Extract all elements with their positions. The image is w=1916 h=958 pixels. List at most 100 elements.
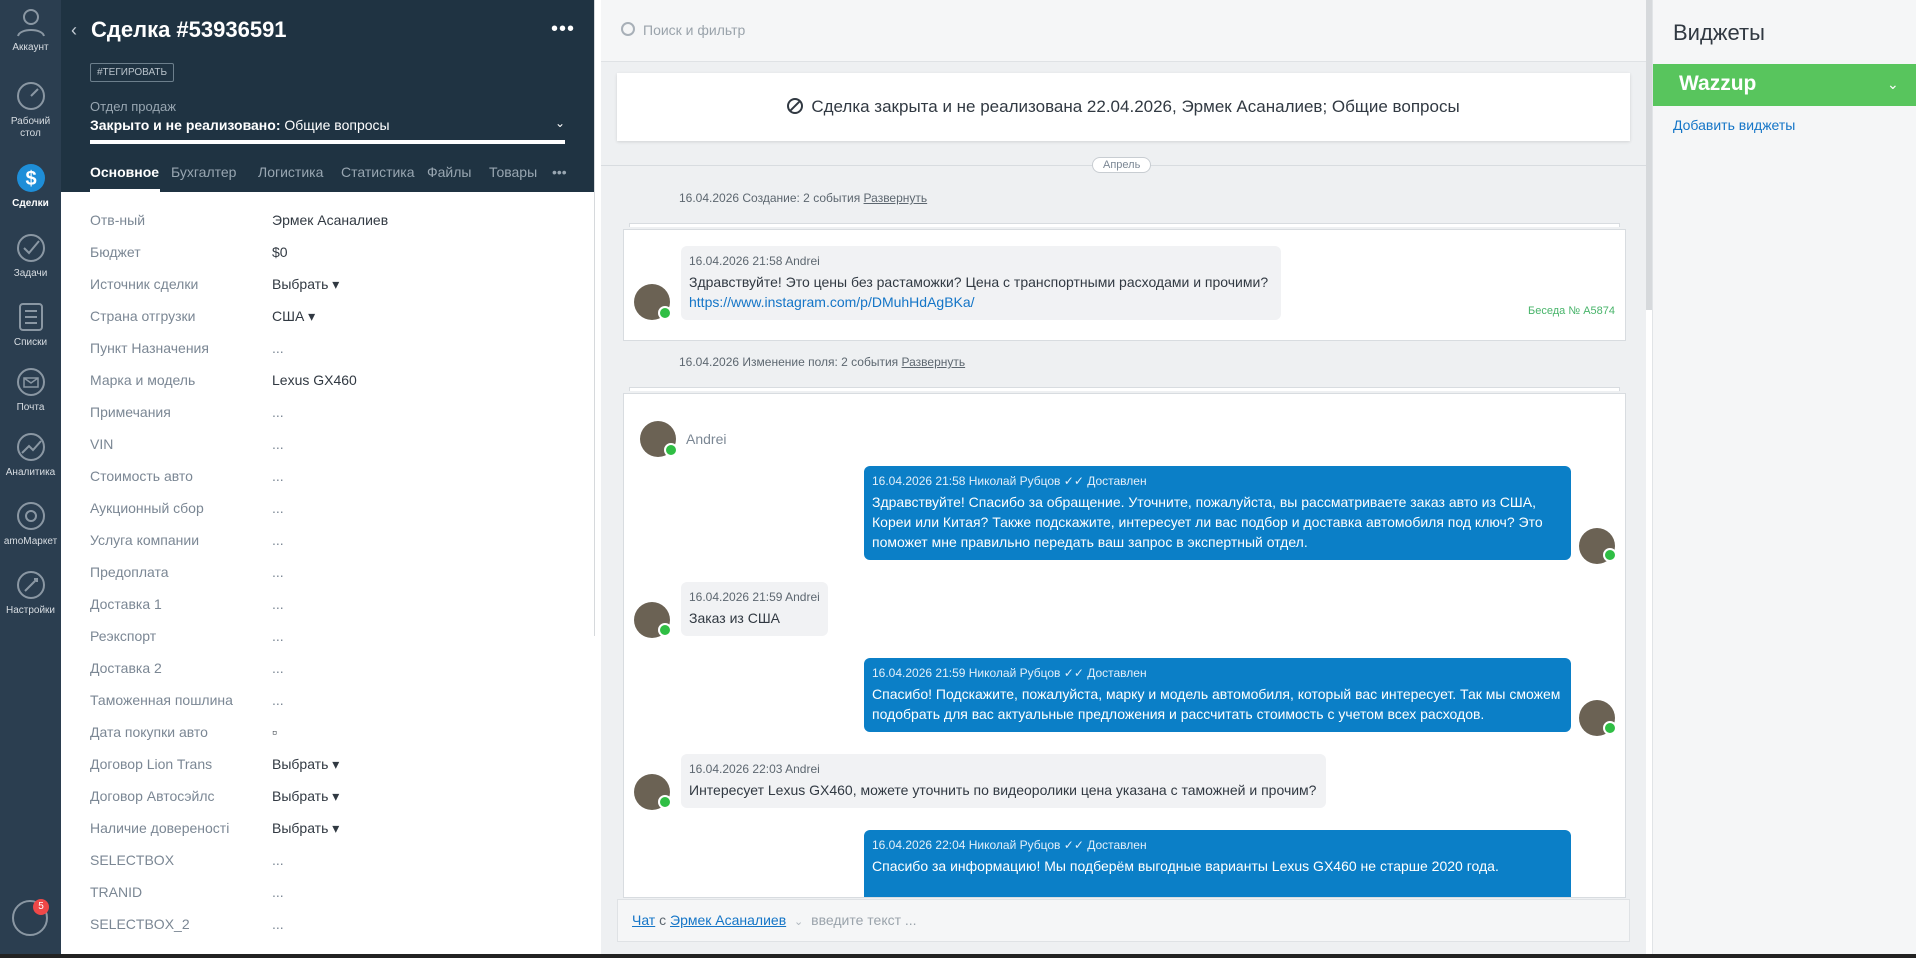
field-label: Реэкспорт bbox=[90, 628, 157, 644]
expand-link[interactable]: Развернуть bbox=[902, 355, 966, 369]
status-chevron-down-icon[interactable]: ⌄ bbox=[555, 116, 565, 130]
whatsapp-icon bbox=[1603, 721, 1617, 735]
feed-search[interactable]: Поиск и фильтр bbox=[601, 0, 1646, 62]
wazzup-widget[interactable]: Wazzup ⌄ bbox=[1653, 64, 1916, 106]
message-bubble-in: 16.04.2026 22:03 Andrei Интересует Lexus… bbox=[681, 754, 1326, 808]
field-value[interactable]: ... bbox=[272, 500, 284, 516]
feed-panel: Поиск и фильтр Сделка закрыта и не реали… bbox=[601, 0, 1652, 958]
field-value[interactable]: США ▾ bbox=[272, 308, 315, 325]
field-value[interactable]: ... bbox=[272, 692, 284, 708]
message-meta: 16.04.2026 21:59 Николай Рубцов ✓✓ Доста… bbox=[872, 666, 1147, 680]
nav-label: Аккаунт bbox=[12, 42, 49, 53]
message-text: Здравствуйте! Спасибо за обращение. Уточ… bbox=[872, 494, 1543, 550]
status-rest: Общие вопросы bbox=[280, 117, 390, 133]
whatsapp-icon bbox=[658, 306, 672, 320]
nav-mail[interactable]: Почта bbox=[0, 366, 61, 414]
field-label: Стоимость авто bbox=[90, 468, 193, 484]
deal-more-button[interactable]: ••• bbox=[551, 18, 575, 41]
field-row: Дата покупки авто ▫ bbox=[90, 720, 580, 752]
nav-tasks[interactable]: Задачи bbox=[0, 232, 61, 280]
nav-account[interactable]: Аккаунт bbox=[0, 6, 61, 54]
tab-main[interactable]: Основное bbox=[90, 164, 159, 180]
chevron-down-icon[interactable]: ⌄ bbox=[1887, 76, 1899, 93]
talk-stack bbox=[629, 387, 1620, 391]
field-label: VIN bbox=[90, 436, 114, 452]
field-label: Услуга компании bbox=[90, 532, 200, 548]
chat-input-bar: Чат с Эрмек Асаналиев ⌄ введите текст ..… bbox=[617, 899, 1630, 942]
field-value[interactable]: Выбрать ▾ bbox=[272, 788, 339, 805]
field-row: Примечания... bbox=[90, 400, 580, 432]
message-meta: 16.04.2026 22:04 Николай Рубцов ✓✓ Доста… bbox=[872, 838, 1147, 852]
nav-dashboard[interactable]: Рабочий стол bbox=[0, 80, 61, 140]
deals-icon: $ bbox=[16, 164, 45, 192]
back-chevron-icon[interactable]: ‹ bbox=[71, 20, 77, 41]
add-widgets-link[interactable]: Добавить виджеты bbox=[1673, 117, 1795, 133]
nav-deals[interactable]: $ Сделки bbox=[0, 162, 61, 210]
field-value[interactable]: Выбрать ▾ bbox=[272, 820, 339, 837]
field-value[interactable]: Lexus GX460 bbox=[272, 372, 357, 388]
status-progress-bar bbox=[90, 140, 565, 144]
field-row: Наличие довереності Выбрать ▾ bbox=[90, 816, 580, 848]
chat-input[interactable]: введите текст ... bbox=[811, 912, 916, 928]
field-row: Марка и модель Lexus GX460 bbox=[90, 368, 580, 400]
message-bubble-out: 16.04.2026 21:59 Николай Рубцов ✓✓ Доста… bbox=[864, 658, 1571, 732]
field-value[interactable]: ... bbox=[272, 596, 284, 612]
field-value[interactable]: ... bbox=[272, 916, 284, 932]
tab-statistics[interactable]: Статистика bbox=[341, 164, 415, 180]
deal-title[interactable]: Сделка #53936591 bbox=[91, 17, 287, 43]
tab-files[interactable]: Файлы bbox=[427, 164, 471, 180]
field-value[interactable]: ... bbox=[272, 404, 284, 420]
field-label: Доставка 2 bbox=[90, 660, 162, 676]
nav-lists[interactable]: Списки bbox=[0, 301, 61, 349]
field-value[interactable]: ... bbox=[272, 852, 284, 868]
wazzup-name: Wazzup bbox=[1679, 72, 1757, 95]
field-value[interactable]: ▫ bbox=[272, 724, 277, 740]
nav-settings[interactable]: Настройки bbox=[0, 569, 61, 617]
field-value[interactable]: ... bbox=[272, 884, 284, 900]
chat-link[interactable]: Чат bbox=[632, 912, 655, 928]
field-value[interactable]: ... bbox=[272, 628, 284, 644]
whatsapp-icon bbox=[1603, 548, 1617, 562]
message-bubble-in: 16.04.2026 21:59 Andrei Заказ из США bbox=[681, 582, 828, 636]
field-value[interactable]: ... bbox=[272, 564, 284, 580]
field-row: Договор Lion Trans Выбрать ▾ bbox=[90, 752, 580, 784]
tasks-icon bbox=[16, 234, 45, 262]
tab-products[interactable]: Товары bbox=[489, 164, 537, 180]
closed-banner-text: Сделка закрыта и не реализована 22.04.20… bbox=[811, 97, 1460, 116]
search-input[interactable]: Поиск и фильтр bbox=[643, 22, 745, 38]
field-value[interactable]: Эрмек Асаналиев bbox=[272, 212, 388, 228]
field-value[interactable]: ... bbox=[272, 532, 284, 548]
message-text: Интересует Lexus GX460, можете уточнить … bbox=[689, 782, 1317, 798]
field-value[interactable]: ... bbox=[272, 468, 284, 484]
field-label: Источник сделки bbox=[90, 276, 199, 292]
status-select[interactable]: Закрыто и не реализовано: Общие вопросы bbox=[90, 117, 390, 133]
tab-more[interactable]: ••• bbox=[552, 164, 567, 180]
chat-chevron-down-icon[interactable]: ⌄ bbox=[794, 916, 803, 928]
message-body: Здравствуйте! Это цены без растаможки? Ц… bbox=[689, 274, 1269, 290]
chat-contact-link[interactable]: Эрмек Асаналиев bbox=[670, 912, 786, 928]
talk-stack bbox=[629, 223, 1620, 227]
expand-link[interactable]: Развернуть bbox=[864, 191, 928, 205]
field-value[interactable]: $0 bbox=[272, 244, 288, 260]
tab-accounting[interactable]: Бухгалтер bbox=[171, 164, 236, 180]
closed-banner: Сделка закрыта и не реализована 22.04.20… bbox=[617, 73, 1630, 141]
event-creation: 16.04.2026 Создание: 2 события Развернут… bbox=[679, 191, 927, 205]
field-label: TRANID bbox=[90, 884, 143, 900]
card-scrollbar[interactable] bbox=[594, 0, 595, 636]
field-label: Дата покупки авто bbox=[90, 724, 208, 740]
field-value[interactable]: ... bbox=[272, 340, 284, 356]
tag-button[interactable]: #ТЕГИРОВАТЬ bbox=[90, 63, 175, 82]
nav-analytics[interactable]: Аналитика bbox=[0, 431, 61, 479]
instagram-link[interactable]: https://www.instagram.com/p/DMuhHdAgBKa/ bbox=[689, 294, 975, 310]
field-value[interactable]: ... bbox=[272, 660, 284, 676]
tab-logistics[interactable]: Логистика bbox=[258, 164, 323, 180]
talk-number[interactable]: Беседа № А5874 bbox=[1528, 305, 1615, 317]
field-row: Пункт Назначения... bbox=[90, 336, 580, 368]
analytics-icon bbox=[16, 433, 45, 461]
field-value[interactable]: Выбрать ▾ bbox=[272, 276, 339, 293]
event-field-text: 16.04.2026 Изменение поля: 2 события bbox=[679, 355, 899, 369]
chat-contact-name: Andrei bbox=[686, 431, 727, 447]
nav-market[interactable]: amoМаркет bbox=[0, 500, 61, 548]
field-value[interactable]: Выбрать ▾ bbox=[272, 756, 339, 773]
field-value[interactable]: ... bbox=[272, 436, 284, 452]
